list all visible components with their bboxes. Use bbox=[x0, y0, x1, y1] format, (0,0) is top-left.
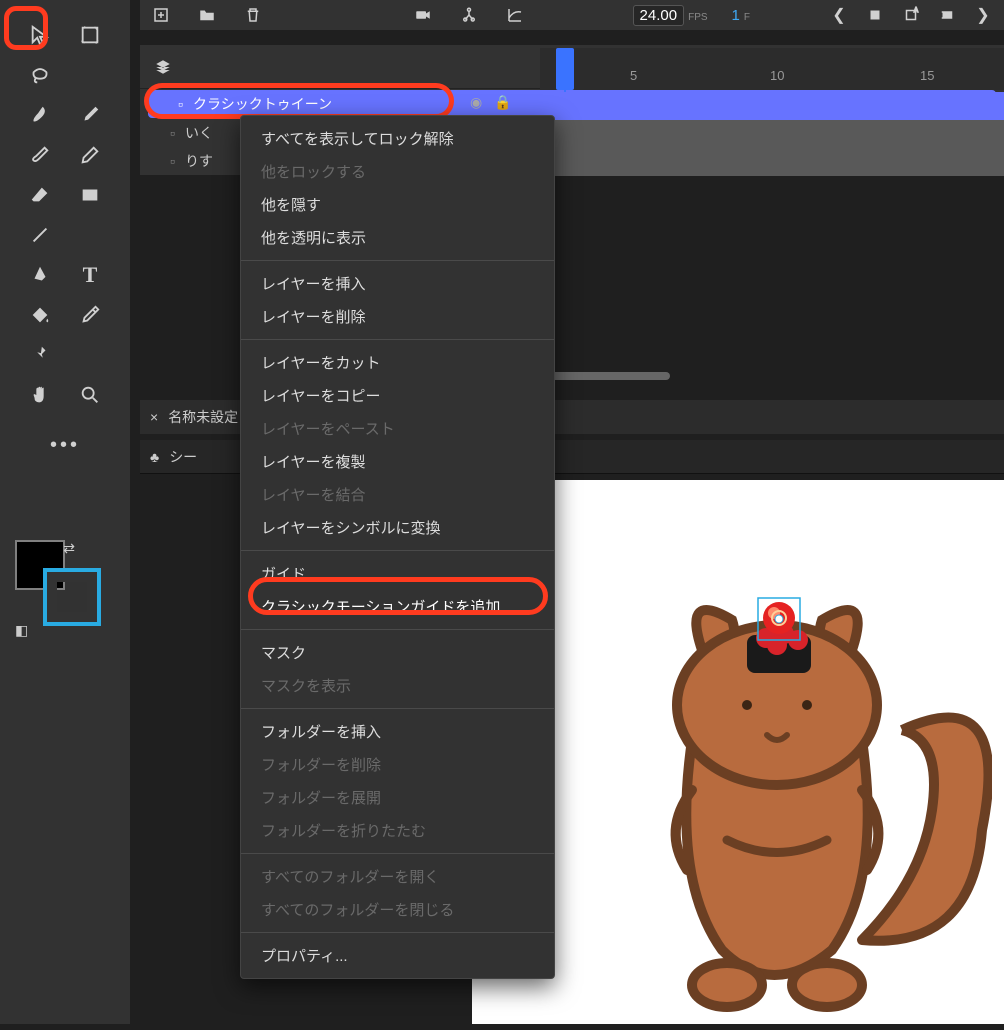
next-keyframe-icon[interactable]: ❯ bbox=[972, 4, 994, 26]
frame-nav: ❮ A ❯ bbox=[828, 4, 994, 26]
pencil-tool[interactable] bbox=[68, 138, 112, 172]
layer-row-toggles: ◉ 🔒 bbox=[470, 94, 512, 111]
camera-icon[interactable] bbox=[412, 4, 434, 26]
eyedropper-tool[interactable] bbox=[68, 298, 112, 332]
menu-item: レイヤーを結合 bbox=[241, 478, 554, 511]
timeline-ruler[interactable]: 5 10 15 bbox=[540, 48, 1004, 90]
menu-item[interactable]: マスク bbox=[241, 636, 554, 669]
selection-tool[interactable] bbox=[18, 18, 62, 52]
menu-item[interactable]: レイヤーを削除 bbox=[241, 300, 554, 333]
prev-keyframe-icon[interactable]: ❮ bbox=[828, 4, 850, 26]
menu-item[interactable]: クラシックモーションガイドを追加 bbox=[241, 590, 554, 623]
page-icon: ▫ bbox=[170, 153, 175, 169]
menu-item[interactable]: レイヤーをシンボルに変換 bbox=[241, 511, 554, 544]
svg-text:A: A bbox=[914, 8, 918, 14]
stroke-color-swatch[interactable] bbox=[47, 572, 97, 622]
free-transform-tool[interactable] bbox=[68, 18, 112, 52]
scene-icon[interactable]: ♣ bbox=[150, 449, 159, 465]
tab-close-icon[interactable]: × bbox=[150, 409, 158, 425]
menu-separator bbox=[241, 853, 554, 854]
new-layer-icon[interactable] bbox=[150, 4, 172, 26]
layer-context-menu: すべてを表示してロック解除他をロックする他を隠す他を透明に表示レイヤーを挿入レイ… bbox=[240, 115, 555, 979]
color-swatches: ⇄ ◧ bbox=[15, 540, 65, 590]
pin-tool[interactable] bbox=[18, 338, 62, 372]
current-frame[interactable]: 1 bbox=[732, 7, 740, 24]
menu-item[interactable]: すべてを表示してロック解除 bbox=[241, 122, 554, 155]
menu-item: フォルダーを折りたたむ bbox=[241, 814, 554, 847]
timeline-track[interactable] bbox=[540, 148, 1004, 176]
pen-tool[interactable] bbox=[18, 258, 62, 292]
more-tools[interactable]: ••• bbox=[0, 434, 130, 457]
menu-item[interactable]: プロパティ... bbox=[241, 939, 554, 972]
menu-item: フォルダーを削除 bbox=[241, 748, 554, 781]
menu-separator bbox=[241, 629, 554, 630]
document-tab-title[interactable]: 名称未設定 bbox=[168, 407, 238, 427]
line-tool[interactable] bbox=[18, 218, 62, 252]
ruler-tick: 5 bbox=[630, 68, 637, 83]
visibility-toggle-icon[interactable]: ◉ bbox=[470, 94, 482, 111]
menu-item: フォルダーを展開 bbox=[241, 781, 554, 814]
menu-item[interactable]: 他を隠す bbox=[241, 188, 554, 221]
playhead[interactable] bbox=[556, 48, 574, 90]
frame-icon[interactable] bbox=[936, 4, 958, 26]
insert-blank-keyframe-icon[interactable]: A bbox=[900, 4, 922, 26]
swap-colors-icon[interactable]: ⇄ bbox=[63, 540, 75, 557]
fps-label: FPS bbox=[688, 12, 707, 23]
insert-keyframe-icon[interactable] bbox=[864, 4, 886, 26]
menu-item[interactable]: レイヤーを複製 bbox=[241, 445, 554, 478]
graph-icon[interactable] bbox=[504, 4, 526, 26]
menu-item: マスクを表示 bbox=[241, 669, 554, 702]
default-colors-icon[interactable]: ◧ bbox=[15, 622, 28, 639]
menu-item[interactable]: レイヤーをコピー bbox=[241, 379, 554, 412]
rectangle-tool[interactable] bbox=[68, 178, 112, 212]
menu-item[interactable]: レイヤーを挿入 bbox=[241, 267, 554, 300]
fps-value[interactable]: 24.00 bbox=[633, 5, 685, 26]
paint-brush-tool[interactable] bbox=[18, 138, 62, 172]
fluid-brush-tool[interactable] bbox=[18, 98, 62, 132]
timeline-track[interactable] bbox=[540, 120, 1004, 148]
menu-item: 他をロックする bbox=[241, 155, 554, 188]
eraser-tool[interactable] bbox=[18, 178, 62, 212]
delete-icon[interactable] bbox=[242, 4, 264, 26]
squirrel-artwork bbox=[552, 530, 992, 1030]
new-folder-icon[interactable] bbox=[196, 4, 218, 26]
sushi-symbol bbox=[747, 598, 811, 673]
menu-item[interactable]: ガイド bbox=[241, 557, 554, 590]
text-tool[interactable]: T bbox=[68, 258, 112, 292]
hand-tool[interactable] bbox=[18, 378, 62, 412]
scene-name[interactable]: シー bbox=[169, 447, 197, 467]
page-icon: ▫ bbox=[170, 125, 175, 141]
paint-bucket-tool[interactable] bbox=[18, 298, 62, 332]
timeline-scrollbar[interactable] bbox=[540, 372, 670, 380]
brush-tool[interactable] bbox=[68, 98, 112, 132]
lock-toggle-icon[interactable]: 🔒 bbox=[494, 94, 511, 111]
menu-item[interactable]: 他を透明に表示 bbox=[241, 221, 554, 254]
layer-label: いく bbox=[185, 123, 213, 143]
zoom-tool[interactable] bbox=[68, 378, 112, 412]
timeline-toolbar: 24.00 FPS 1 F ❮ A ❯ bbox=[140, 0, 1004, 30]
layer-label: クラシックトゥイーン bbox=[193, 94, 332, 114]
menu-item: すべてのフォルダーを開く bbox=[241, 860, 554, 893]
lasso-tool[interactable] bbox=[18, 58, 62, 92]
layers-icon[interactable] bbox=[152, 56, 174, 78]
menu-separator bbox=[241, 339, 554, 340]
menu-item[interactable]: レイヤーをカット bbox=[241, 346, 554, 379]
toolbox: T ••• ⇄ ◧ bbox=[0, 0, 130, 1024]
menu-separator bbox=[241, 550, 554, 551]
menu-item[interactable]: フォルダーを挿入 bbox=[241, 715, 554, 748]
timeline-track-tween[interactable] bbox=[540, 92, 1004, 120]
menu-separator bbox=[241, 932, 554, 933]
menu-separator bbox=[241, 708, 554, 709]
rig-icon[interactable] bbox=[458, 4, 480, 26]
page-icon: ▫ bbox=[178, 96, 183, 112]
menu-item: すべてのフォルダーを閉じる bbox=[241, 893, 554, 926]
menu-item: レイヤーをペースト bbox=[241, 412, 554, 445]
frame-label: F bbox=[744, 12, 750, 23]
fps-display: 24.00 FPS bbox=[633, 5, 708, 26]
ruler-tick: 15 bbox=[920, 68, 934, 83]
layer-label: りす bbox=[185, 151, 213, 171]
ruler-tick: 10 bbox=[770, 68, 784, 83]
menu-separator bbox=[241, 260, 554, 261]
